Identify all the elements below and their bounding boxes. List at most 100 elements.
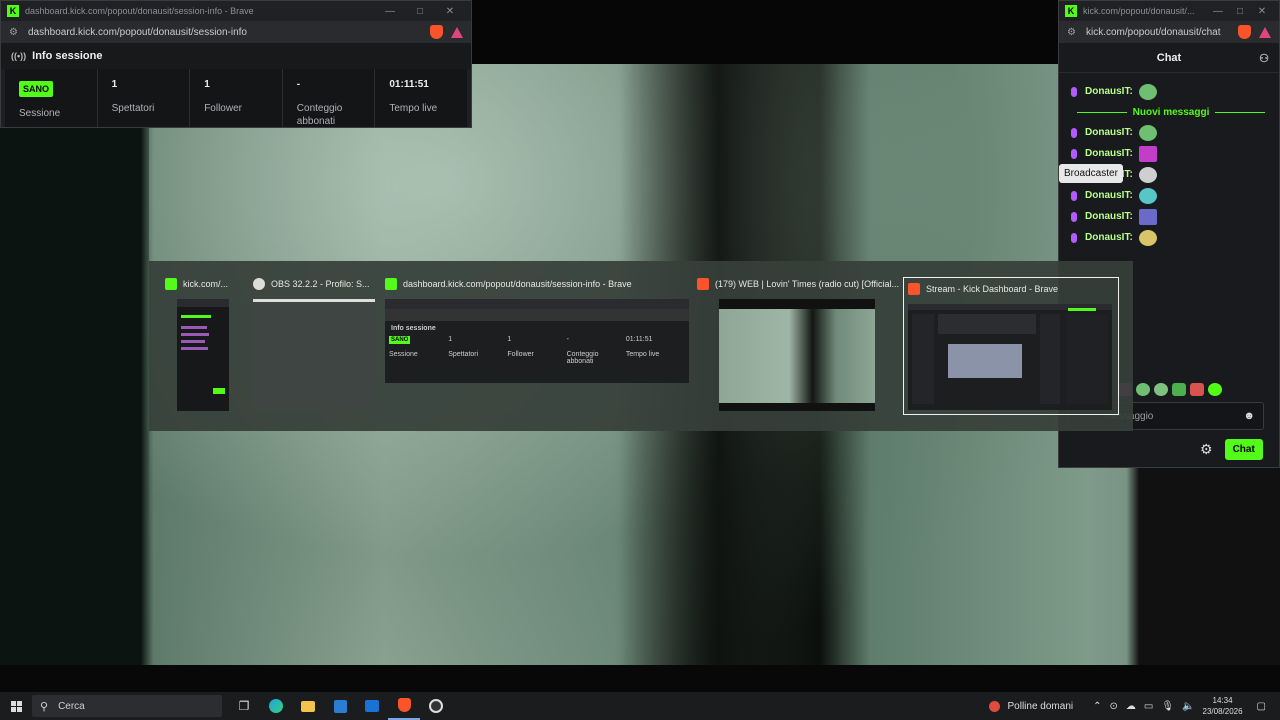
task-title-text: kick.com/... <box>183 279 229 289</box>
clock-date: 23/08/2026 <box>1202 707 1243 716</box>
users-icon[interactable]: ⚇ <box>1259 52 1269 65</box>
mini-stat-value: 01:11:51 <box>625 336 653 343</box>
mini-stat-label: Tempo live <box>625 351 660 358</box>
edge-icon[interactable] <box>260 699 292 713</box>
username[interactable]: DonausIT: <box>1085 86 1133 97</box>
start-button[interactable] <box>0 700 32 712</box>
broadcast-icon: ((•)) <box>11 51 27 61</box>
chat-message: DonausIT: <box>1071 143 1271 164</box>
broadcaster-badge-icon[interactable] <box>1071 86 1077 97</box>
mini-stat-value: - <box>566 336 569 343</box>
mini-stat-label: Sessione <box>389 351 418 358</box>
clock-time: 14:34 <box>1212 696 1233 705</box>
emote-icon[interactable] <box>1208 383 1222 396</box>
broadcaster-badge-icon[interactable] <box>1071 211 1077 222</box>
status-badge: SANO <box>19 81 54 97</box>
chat-message: DonausIT: <box>1071 206 1271 227</box>
username[interactable]: DonausIT: <box>1085 211 1133 222</box>
stat-label: Tempo live <box>389 103 438 114</box>
obs-icon[interactable] <box>420 699 452 713</box>
clock[interactable]: 14:34 23/08/2026 <box>1203 695 1243 717</box>
address-bar[interactable]: ⚙ kick.com/popout/donausit/chat <box>1059 21 1279 43</box>
panel-header: ((•)) Info sessione <box>1 43 471 69</box>
emote-icon[interactable] <box>1172 383 1186 396</box>
task-thumbnail <box>908 304 1112 410</box>
task-thumbnail: Info sessione SANO Sessione 1 Spettatori … <box>385 299 689 383</box>
send-chat-button[interactable]: Chat <box>1224 439 1263 460</box>
stat-label: Follower <box>204 103 242 114</box>
mini-stat-label: Follower <box>507 351 534 358</box>
display-icon[interactable]: ▭ <box>1144 701 1153 712</box>
minimize-button[interactable]: — <box>375 6 405 17</box>
address-bar[interactable]: ⚙ dashboard.kick.com/popout/donausit/ses… <box>1 21 471 43</box>
stat-followers: 1 Follower <box>190 69 283 127</box>
broadcaster-badge-icon[interactable] <box>1071 127 1077 138</box>
file-explorer-icon[interactable] <box>292 700 324 712</box>
chat-header: Chat ⚇ <box>1059 43 1279 73</box>
task-view-icon[interactable]: ❐ <box>228 699 260 713</box>
weather-text[interactable]: Polline domani <box>1008 701 1074 712</box>
task-title: dashboard.kick.com/popout/donausit/sessi… <box>385 277 689 291</box>
outlook-icon[interactable] <box>356 700 388 712</box>
emoji-picker-icon[interactable]: ☻ <box>1243 410 1255 422</box>
chat-footer: ⚙ Chat <box>1200 439 1263 460</box>
gear-icon[interactable]: ⚙ <box>1200 441 1213 458</box>
taskbar-search[interactable]: ⚲ Cerca <box>32 695 222 717</box>
obs-logo-icon <box>253 278 265 290</box>
brave-shield-icon[interactable] <box>1238 25 1251 39</box>
username[interactable]: DonausIT: <box>1085 148 1133 159</box>
brave-rewards-icon[interactable] <box>1259 26 1271 38</box>
stat-value: 01:11:51 <box>389 79 429 90</box>
switcher-task-obs[interactable]: OBS 32.2.2 - Profilo: S... <box>253 277 375 411</box>
switcher-task-youtube[interactable]: (179) WEB | Lovin' Times (radio cut) [Of… <box>697 277 899 411</box>
task-thumbnail <box>177 299 229 411</box>
speaker-icon[interactable]: 🔈 <box>1182 701 1194 712</box>
maximize-button[interactable]: □ <box>1229 6 1251 17</box>
weather-icon[interactable] <box>988 700 1000 712</box>
username[interactable]: DonausIT: <box>1085 190 1133 201</box>
url-text[interactable]: dashboard.kick.com/popout/donausit/sessi… <box>28 27 424 38</box>
new-messages-label: Nuovi messaggi <box>1132 106 1210 118</box>
title-bar[interactable]: K kick.com/popout/donausit/... — □ ✕ <box>1059 1 1279 21</box>
emote-icon[interactable] <box>1154 383 1168 396</box>
switcher-task-session-info[interactable]: dashboard.kick.com/popout/donausit/sessi… <box>385 277 689 383</box>
brave-rewards-icon[interactable] <box>451 26 463 38</box>
username[interactable]: DonausIT: <box>1085 127 1133 138</box>
task-thumbnail <box>719 299 875 411</box>
brave-icon[interactable] <box>388 692 420 720</box>
chat-title: Chat <box>1156 51 1182 64</box>
site-settings-icon[interactable]: ⚙ <box>1067 27 1076 38</box>
emote-icon <box>1138 166 1157 183</box>
task-title-text: OBS 32.2.2 - Profilo: S... <box>271 279 370 289</box>
session-info-window[interactable]: K dashboard.kick.com/popout/donausit/ses… <box>0 0 472 128</box>
switcher-task-stream-dashboard[interactable]: Stream - Kick Dashboard - Brave <box>903 277 1119 415</box>
panel-title: Info sessione <box>32 50 103 62</box>
broadcaster-badge-icon[interactable] <box>1071 148 1077 159</box>
notifications-icon[interactable]: ▢ <box>1257 701 1266 712</box>
brave-shield-icon[interactable] <box>430 25 443 39</box>
stat-subscribers: - Conteggio abbonati <box>283 69 376 127</box>
username[interactable]: DonausIT: <box>1085 232 1133 243</box>
stat-label: Spettatori <box>111 103 155 114</box>
windows-logo-icon <box>10 700 22 712</box>
chevron-up-icon[interactable]: ⌃ <box>1093 701 1101 712</box>
site-settings-icon[interactable]: ⚙ <box>9 27 18 38</box>
cloud-icon[interactable]: ☁ <box>1126 701 1136 712</box>
window-switcher: kick.com/... OBS 32.2.2 - Profilo: S... <box>149 261 1133 431</box>
broadcaster-badge-icon[interactable] <box>1071 190 1077 201</box>
emote-icon <box>1138 124 1157 141</box>
store-icon[interactable] <box>324 699 356 713</box>
url-text[interactable]: kick.com/popout/donausit/chat <box>1086 27 1232 38</box>
title-bar[interactable]: K dashboard.kick.com/popout/donausit/ses… <box>1 1 471 21</box>
close-button[interactable]: ✕ <box>435 6 465 17</box>
emote-icon[interactable] <box>1190 383 1204 396</box>
minimize-button[interactable]: — <box>1207 6 1229 17</box>
maximize-button[interactable]: □ <box>405 6 435 17</box>
broadcaster-badge-icon[interactable] <box>1071 232 1077 243</box>
network-icon[interactable]: ⊙ <box>1110 701 1118 712</box>
close-button[interactable]: ✕ <box>1251 6 1273 17</box>
emote-icon[interactable] <box>1136 383 1150 396</box>
chat-message: DonausIT: <box>1071 81 1271 102</box>
switcher-task-kick-chat[interactable]: kick.com/... <box>165 277 229 411</box>
microphone-icon[interactable]: 🎙 <box>1161 701 1174 712</box>
